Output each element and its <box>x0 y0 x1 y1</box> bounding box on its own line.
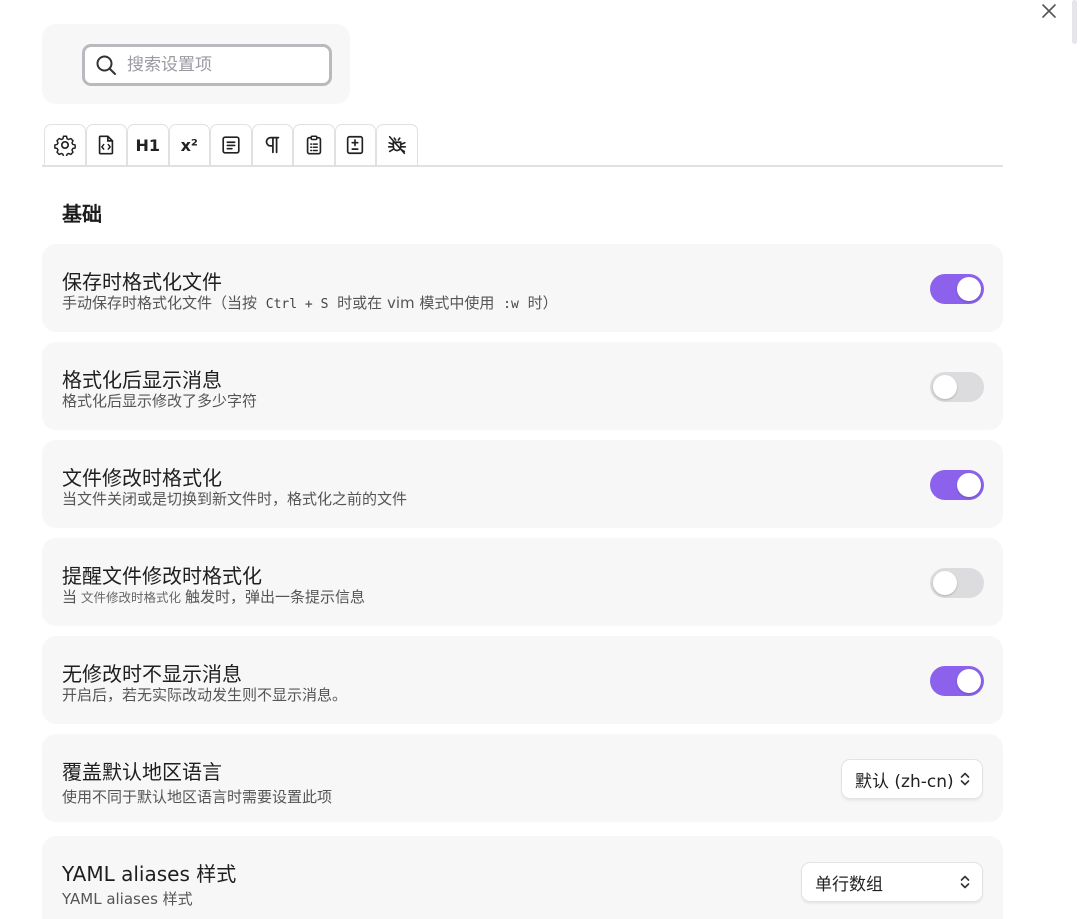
settings-tab-bar: H1 x² <box>42 124 1003 167</box>
yaml-aliases-style-select[interactable]: 单行数组 <box>802 863 982 901</box>
toggle-knob <box>957 669 981 693</box>
list-box-icon <box>222 136 240 154</box>
yaml-aliases-style-value: 单行数组 <box>815 874 883 895</box>
setting-description: 使用不同于默认地区语言时需要设置此项 <box>62 788 333 806</box>
setting-override-locale: 覆盖默认地区语言 使用不同于默认地区语言时需要设置此项 默认 (zh-cn) <box>42 734 1003 822</box>
search-icon <box>96 55 116 75</box>
tab-debug[interactable] <box>376 124 418 165</box>
gear-icon <box>53 135 76 156</box>
tab-content[interactable] <box>210 124 252 165</box>
tab-footnote[interactable]: x² <box>168 124 210 165</box>
file-code-icon <box>99 135 114 155</box>
search-box[interactable] <box>82 44 332 86</box>
locale-select-value: 默认 (zh-cn) <box>855 771 954 792</box>
setting-title: 文件修改时格式化 <box>62 466 222 490</box>
setting-suppress-message-no-change: 无修改时不显示消息 开启后，若无实际改动发生则不显示消息。 <box>42 636 1003 724</box>
setting-description: 当文件修改时格式化 触发时，弹出一条提示信息 <box>62 588 366 606</box>
show-message-toggle[interactable] <box>930 372 984 402</box>
setting-title: YAML aliases 样式 <box>62 862 237 886</box>
format-on-save-toggle[interactable] <box>930 274 984 304</box>
toggle-knob <box>933 375 957 399</box>
toggle-knob <box>933 571 957 595</box>
toggle-knob <box>957 473 981 497</box>
setting-title: 提醒文件修改时格式化 <box>62 564 262 588</box>
heading-icon: H1 <box>135 135 161 155</box>
notify-format-toggle[interactable] <box>930 568 984 598</box>
setting-notify-format-on-file-change: 提醒文件修改时格式化 当文件修改时格式化 触发时，弹出一条提示信息 <box>42 538 1003 626</box>
search-input[interactable] <box>127 50 317 80</box>
pilcrow-icon <box>265 136 280 154</box>
setting-description: 格式化后显示修改了多少字符 <box>62 392 258 410</box>
suppress-message-toggle[interactable] <box>930 666 984 696</box>
setting-title: 覆盖默认地区语言 <box>62 760 222 784</box>
setting-reference: 文件修改时格式化 <box>81 590 182 605</box>
tab-yaml[interactable] <box>85 124 127 165</box>
tab-paste[interactable] <box>293 124 335 165</box>
setting-description: YAML aliases 样式 <box>62 890 193 908</box>
setting-format-on-file-change: 文件修改时格式化 当文件关闭或是切换到新文件时，格式化之前的文件 <box>42 440 1003 528</box>
tab-spacing[interactable] <box>251 124 293 165</box>
tab-custom-commands[interactable] <box>334 124 376 165</box>
setting-title: 无修改时不显示消息 <box>62 662 242 686</box>
setting-show-message-after-format: 格式化后显示消息 格式化后显示修改了多少字符 <box>42 342 1003 430</box>
toggle-knob <box>957 277 981 301</box>
setting-format-on-save: 保存时格式化文件 手动保存时格式化文件（当按 Ctrl + S 时或在 vim … <box>42 244 1003 332</box>
tab-general[interactable] <box>44 124 86 165</box>
setting-yaml-aliases-style: YAML aliases 样式 YAML aliases 样式 单行数组 <box>42 836 1003 919</box>
setting-description: 当文件关闭或是切换到新文件时，格式化之前的文件 <box>62 490 408 508</box>
setting-description: 开启后，若无实际改动发生则不显示消息。 <box>62 686 348 704</box>
clipboard-icon <box>306 135 321 155</box>
close-button[interactable] <box>1036 0 1062 22</box>
format-on-file-change-toggle[interactable] <box>930 470 984 500</box>
setting-description: 手动保存时格式化文件（当按 Ctrl + S 时或在 vim 模式中使用 :w … <box>62 294 558 312</box>
superscript-icon: x² <box>180 135 198 155</box>
bug-icon <box>387 135 406 155</box>
shortcut-code: Ctrl + S <box>265 297 329 312</box>
close-icon <box>1042 4 1056 18</box>
setting-title: 格式化后显示消息 <box>62 368 222 392</box>
chevron-up-down-icon <box>960 772 970 786</box>
chevron-up-down-icon <box>960 875 970 889</box>
scrollbar-thumb[interactable] <box>1072 0 1077 44</box>
tab-heading[interactable]: H1 <box>127 124 169 165</box>
plus-minus-box-icon <box>347 135 364 155</box>
locale-select[interactable]: 默认 (zh-cn) <box>842 760 982 798</box>
setting-title: 保存时格式化文件 <box>62 270 222 294</box>
section-title: 基础 <box>62 202 102 226</box>
vim-command-code: :w <box>503 297 519 312</box>
